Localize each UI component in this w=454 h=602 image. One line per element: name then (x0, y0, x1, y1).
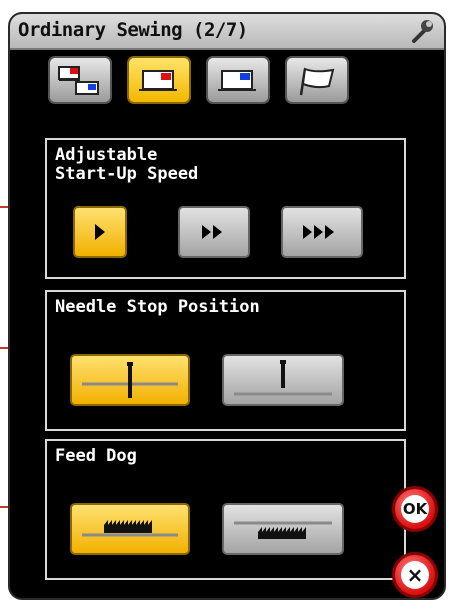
needle-up-button[interactable] (222, 354, 344, 406)
play-single-icon (95, 224, 105, 240)
needle-down-icon (82, 362, 178, 398)
toolbar-button-machine-blue[interactable] (206, 56, 270, 104)
speed-fast-button[interactable] (281, 206, 363, 258)
feed-dog-down-button[interactable] (222, 503, 344, 555)
feed-dog-up-icon (82, 520, 178, 537)
machine-red-icon (139, 70, 177, 91)
page-title: Ordinary Sewing (2/7) (18, 19, 248, 41)
needle-up-icon (234, 360, 332, 396)
needle-down-button[interactable] (70, 354, 190, 406)
panel-label-needle: Needle Stop Position (55, 297, 260, 317)
play-double-icon (202, 225, 222, 239)
title-bar: Ordinary Sewing (2/7) (10, 14, 444, 50)
close-button[interactable]: × (392, 552, 438, 598)
feed-dog-down-icon (234, 521, 332, 539)
flag-icon (299, 67, 335, 96)
panel-label-feed: Feed Dog (55, 446, 137, 466)
ok-button[interactable]: OK (392, 486, 438, 532)
wrench-icon[interactable] (408, 17, 436, 45)
speed-slow-button[interactable] (73, 206, 127, 258)
machine-blue-icon (218, 70, 256, 91)
close-icon: × (401, 561, 429, 589)
panel-label-speed: Adjustable Start-Up Speed (55, 145, 199, 184)
toolbar-button-two-machines[interactable] (48, 56, 112, 104)
panel-needle-stop-position: Needle Stop Position (45, 290, 406, 431)
panel-start-up-speed: Adjustable Start-Up Speed (45, 138, 406, 279)
screen-frame: Ordinary Sewing (2/7) Adjustable Start-U… (8, 12, 446, 600)
toolbar-button-flag[interactable] (285, 56, 349, 104)
two-machines-icon (58, 66, 99, 95)
play-triple-icon (303, 225, 334, 239)
ok-label: OK (401, 495, 429, 523)
feed-dog-up-button[interactable] (70, 503, 190, 555)
panel-feed-dog: Feed Dog (45, 439, 406, 580)
toolbar-button-machine-red[interactable] (127, 56, 191, 104)
speed-medium-button[interactable] (178, 206, 250, 258)
